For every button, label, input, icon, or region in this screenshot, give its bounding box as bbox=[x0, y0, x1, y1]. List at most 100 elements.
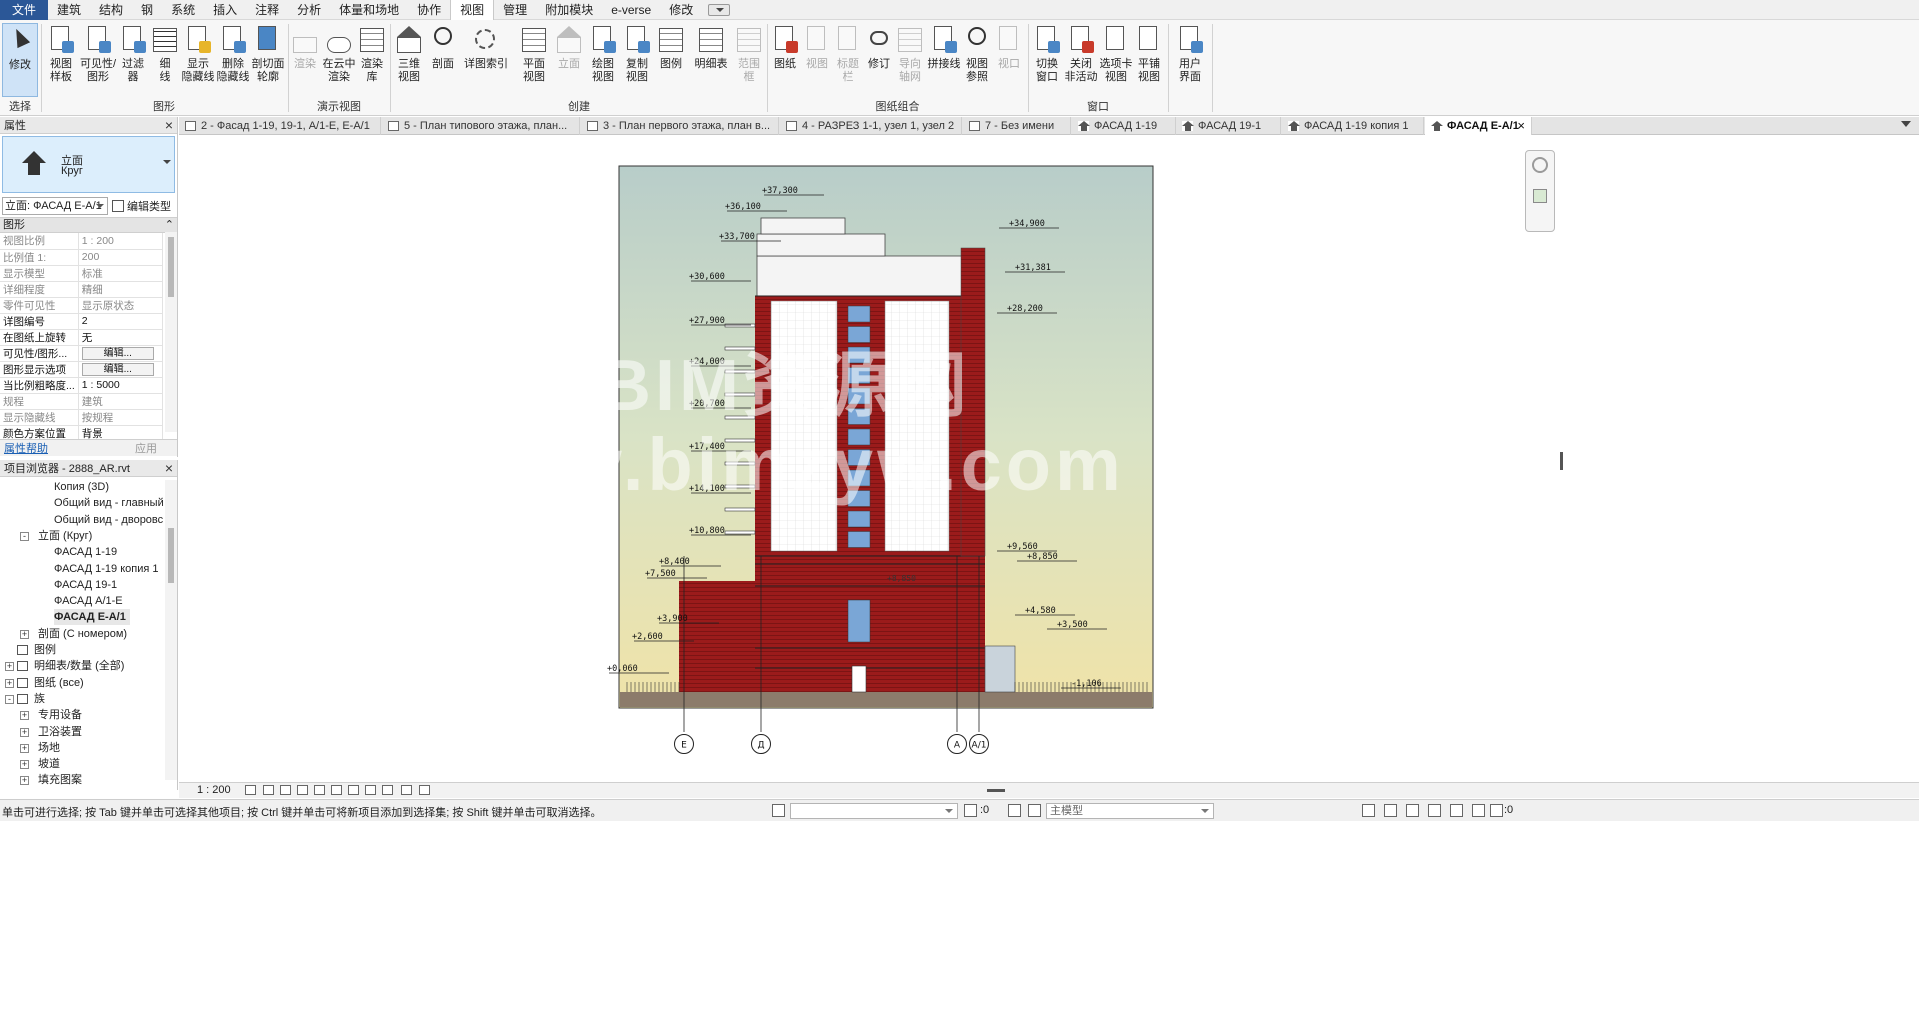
document-tab[interactable]: ФАСАД 1-19 копия 1 bbox=[1282, 117, 1424, 135]
property-row[interactable]: 比例值 1: 200 bbox=[0, 249, 164, 266]
tree-item[interactable]: 图例 bbox=[34, 642, 56, 658]
property-group-graphics[interactable]: 图形 ⌃ bbox=[0, 217, 177, 233]
section-button[interactable]: 剖面 bbox=[428, 23, 458, 97]
tree-item[interactable]: 专用设备 bbox=[38, 707, 82, 723]
tree-item[interactable]: 剖面 (С номером) bbox=[38, 626, 127, 642]
edit-button[interactable]: 编辑... bbox=[81, 362, 154, 376]
temporary-hide-icon[interactable] bbox=[365, 785, 376, 795]
document-tab[interactable]: 4 - РАЗРЕЗ 1-1, узел 1, узел 2 bbox=[780, 117, 962, 135]
cut-profile-button[interactable]: 剖切面 轮廓 bbox=[251, 23, 285, 97]
select-links-icon[interactable] bbox=[1362, 804, 1375, 817]
tab-overflow-icon[interactable] bbox=[1901, 121, 1911, 127]
view-reference-button[interactable]: 视图 参照 bbox=[962, 23, 992, 97]
worksharing-icon[interactable] bbox=[772, 804, 785, 817]
menu-collaborate[interactable]: 协作 bbox=[408, 0, 450, 20]
guide-grid-button[interactable]: 导向 轴网 bbox=[895, 23, 925, 97]
view-template-button[interactable]: 视图 样板 bbox=[44, 23, 78, 97]
property-row[interactable]: 详细程度 精细 bbox=[0, 281, 164, 298]
document-tab[interactable]: 5 - План типового этажа, план... bbox=[382, 117, 580, 135]
detail-level-icon[interactable] bbox=[245, 785, 256, 795]
select-by-face-icon[interactable] bbox=[1428, 804, 1441, 817]
properties-scrollbar[interactable] bbox=[165, 232, 177, 432]
navigation-bar[interactable] bbox=[1525, 150, 1555, 232]
revisions-button[interactable]: 修订 bbox=[864, 23, 894, 97]
edit-button[interactable]: 编辑... bbox=[81, 346, 154, 360]
reveal-hidden-icon[interactable] bbox=[382, 785, 393, 795]
render-gallery-button[interactable]: 渲染 库 bbox=[357, 23, 387, 97]
document-tab[interactable]: 3 - План первого этажа, план в... bbox=[581, 117, 779, 135]
panel-select-label[interactable]: 选择 bbox=[0, 100, 40, 114]
modify-button[interactable]: 修改 bbox=[2, 23, 38, 97]
property-row[interactable]: 显示隐藏线 按规程 bbox=[0, 409, 164, 426]
scroll-thumb[interactable] bbox=[168, 528, 174, 583]
menu-manage[interactable]: 管理 bbox=[494, 0, 536, 20]
select-underlay-icon[interactable] bbox=[1384, 804, 1397, 817]
drawing-canvas[interactable]: +37,300 +36,100 +33,700 +30,600 +27,900 +24,0… bbox=[179, 136, 1919, 782]
close-icon[interactable]: × bbox=[165, 461, 173, 475]
callout-button[interactable]: 详图索引 bbox=[463, 23, 509, 97]
close-icon[interactable]: × bbox=[165, 118, 173, 132]
expand-icon[interactable]: + bbox=[5, 678, 14, 688]
tree-item[interactable]: 场地 bbox=[38, 740, 60, 756]
properties-help-link[interactable]: 属性帮助 bbox=[4, 440, 48, 456]
document-tab[interactable]: ФАСАД 19-1 bbox=[1176, 117, 1281, 135]
property-row[interactable]: 图形显示选项 编辑... bbox=[0, 361, 164, 378]
menu-insert[interactable]: 插入 bbox=[204, 0, 246, 20]
duplicate-view-button[interactable]: 复制 视图 bbox=[621, 23, 653, 97]
expand-icon[interactable]: + bbox=[20, 760, 29, 770]
tab-views-button[interactable]: 选项卡 视图 bbox=[1099, 23, 1133, 97]
tree-item[interactable]: ФАСАД 1-19 копия 1 bbox=[54, 561, 158, 577]
render-icon[interactable] bbox=[314, 785, 325, 795]
property-row[interactable]: 视图比例 1 : 200 bbox=[0, 233, 164, 250]
design-option-dropdown[interactable]: 主模型 bbox=[1046, 803, 1214, 819]
sheet-button[interactable]: 图纸 bbox=[770, 23, 800, 97]
menu-systems[interactable]: 系统 bbox=[162, 0, 204, 20]
plan-views-button[interactable]: 平面 视图 bbox=[518, 23, 550, 97]
remove-hidden-lines-button[interactable]: 删除 隐藏线 bbox=[216, 23, 250, 97]
menu-architecture[interactable]: 建筑 bbox=[48, 0, 90, 20]
property-row[interactable]: 零件可见性 显示原状态 bbox=[0, 297, 164, 314]
menu-annotate[interactable]: 注释 bbox=[246, 0, 288, 20]
expand-icon[interactable]: + bbox=[20, 711, 29, 721]
select-pinned-icon[interactable] bbox=[1406, 804, 1419, 817]
design-options-icon[interactable] bbox=[1008, 804, 1021, 817]
browser-scrollbar[interactable] bbox=[165, 480, 177, 780]
expand-icon[interactable]: + bbox=[20, 743, 29, 753]
expand-icon[interactable]: + bbox=[20, 776, 29, 786]
shadows-icon[interactable] bbox=[297, 785, 308, 795]
tree-item[interactable]: 坡道 bbox=[38, 756, 60, 772]
property-row[interactable]: 详图编号 2 bbox=[0, 313, 164, 330]
expand-icon[interactable]: + bbox=[20, 727, 29, 737]
3d-view-button[interactable]: 三维 视图 bbox=[393, 23, 425, 97]
expand-icon[interactable]: + bbox=[5, 662, 14, 672]
tree-item[interactable]: 填充图案 bbox=[38, 772, 82, 787]
design-options-pick-icon[interactable] bbox=[1028, 804, 1041, 817]
background-process-icon[interactable] bbox=[1472, 804, 1485, 817]
menu-analyze[interactable]: 分析 bbox=[288, 0, 330, 20]
tree-item[interactable]: 图纸 (все) bbox=[34, 675, 84, 691]
render-in-cloud-button[interactable]: 在云中 渲染 bbox=[321, 23, 357, 97]
close-icon[interactable]: × bbox=[1517, 117, 1525, 135]
apply-button[interactable]: 应用 bbox=[135, 440, 173, 456]
tree-item[interactable]: 明细表/数量 (全部) bbox=[34, 658, 124, 674]
menu-steel[interactable]: 钢 bbox=[132, 0, 162, 20]
tree-item[interactable]: 立面 (Круг) bbox=[38, 528, 92, 544]
edit-type-button[interactable]: 编辑类型 bbox=[112, 197, 171, 215]
menu-modify[interactable]: 修改 bbox=[660, 0, 702, 20]
scroll-thumb[interactable] bbox=[168, 237, 174, 297]
legends-button[interactable]: 图例 bbox=[656, 23, 686, 97]
document-tab[interactable]: ФАСАД Е-А/1 × bbox=[1425, 117, 1532, 135]
property-row[interactable]: 显示模型 标准 bbox=[0, 265, 164, 282]
vertical-scroll-indicator[interactable] bbox=[1560, 452, 1563, 470]
property-row[interactable]: 可见性/图形... 编辑... bbox=[0, 345, 164, 362]
switch-windows-button[interactable]: 切换 窗口 bbox=[1031, 23, 1063, 97]
filter-icon[interactable] bbox=[1490, 804, 1503, 817]
menu-addins[interactable]: 附加模块 bbox=[536, 0, 602, 20]
steering-wheel-icon[interactable] bbox=[1532, 157, 1548, 173]
collapse-icon[interactable]: - bbox=[5, 694, 14, 704]
elevation-button[interactable]: 立面 bbox=[554, 23, 584, 97]
sun-path-icon[interactable] bbox=[280, 785, 291, 795]
tree-item[interactable]: 族 bbox=[34, 691, 45, 707]
title-block-button[interactable]: 标题 栏 bbox=[833, 23, 863, 97]
user-interface-button[interactable]: 用户 界面 bbox=[1172, 23, 1208, 97]
